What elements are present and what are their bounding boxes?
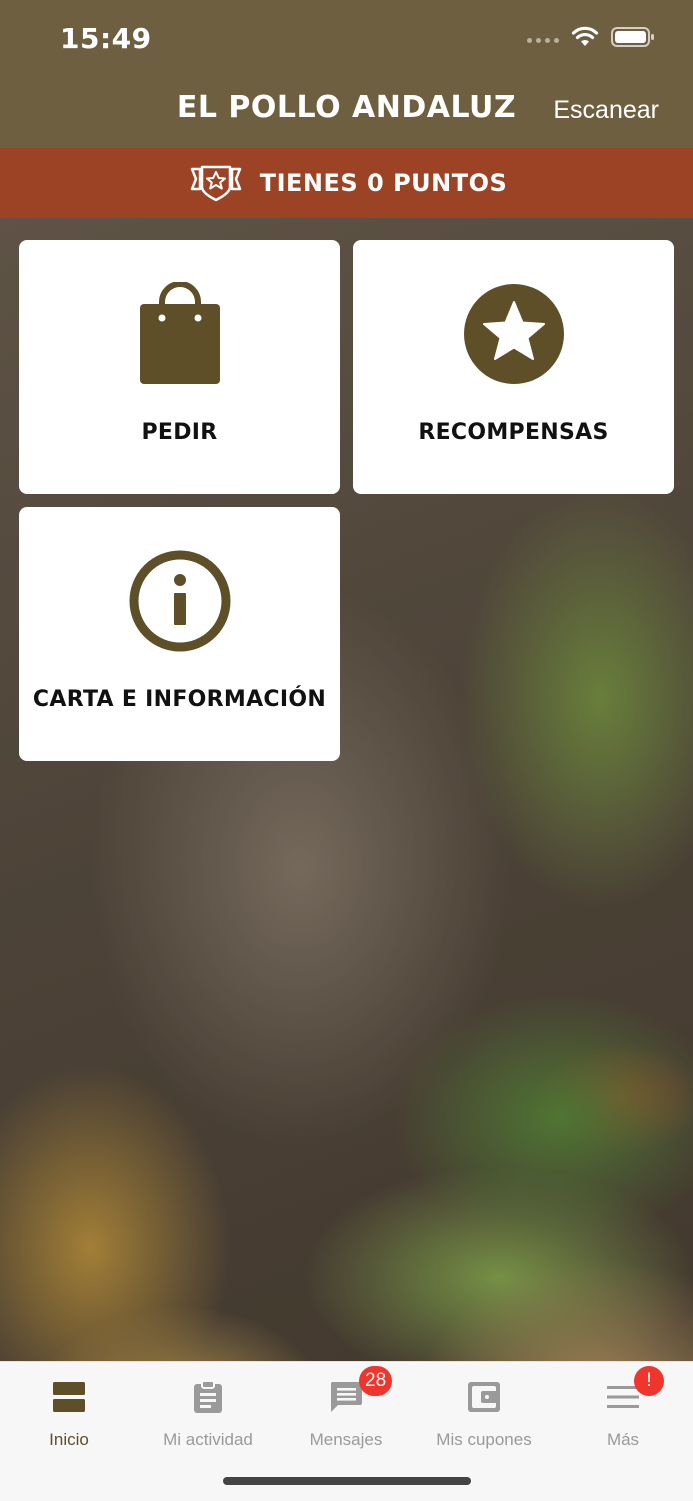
rewards-tile[interactable]: RECOMPENSAS [353, 240, 674, 494]
messages-badge: 28 [359, 1366, 393, 1396]
tab-mis-cupones-label: Mis cupones [436, 1430, 532, 1449]
status-icons [527, 26, 655, 48]
home-grid-icon [53, 1382, 85, 1412]
more-alert-badge: ! [634, 1366, 664, 1396]
cellular-signal-icon [527, 37, 559, 43]
shopping-bag-icon [139, 282, 220, 384]
tab-mis-cupones[interactable]: Mis cupones [415, 1376, 553, 1450]
battery-icon [611, 27, 654, 47]
info-icon [129, 550, 230, 652]
tab-inicio[interactable]: Inicio [0, 1376, 138, 1450]
clipboard-icon [194, 1380, 222, 1413]
home-indicator[interactable] [223, 1477, 471, 1485]
menu-icon [607, 1386, 639, 1408]
navigation-bar: EL POLLO ANDALUZ Escanear [0, 80, 693, 148]
points-banner[interactable]: TIENES 0 PUNTOS [0, 148, 693, 218]
chat-icon [330, 1382, 362, 1412]
order-tile-label: PEDIR [141, 420, 218, 445]
wifi-icon [571, 26, 599, 46]
scan-button[interactable]: Escanear [553, 96, 659, 125]
badge-star-icon [190, 165, 241, 202]
tab-mensajes-label: Mensajes [309, 1430, 383, 1449]
tab-mas-label: Más [606, 1430, 640, 1449]
order-tile[interactable]: PEDIR [19, 240, 340, 494]
tab-mas[interactable]: ! Más [554, 1366, 692, 1450]
tab-mi-actividad[interactable]: Mi actividad [139, 1376, 277, 1450]
tab-mi-actividad-label: Mi actividad [163, 1430, 253, 1449]
tab-mensajes[interactable]: 28 Mensajes [277, 1366, 415, 1450]
points-text: TIENES 0 PUNTOS [259, 169, 508, 197]
star-icon [463, 284, 564, 384]
status-time: 15:49 [60, 22, 152, 55]
menu-info-tile[interactable]: CARTA E INFORMACIÓN [19, 507, 340, 761]
status-bar: 15:49 [0, 0, 693, 80]
menu-info-tile-label: CARTA E INFORMACIÓN [32, 687, 327, 712]
rewards-tile-label: RECOMPENSAS [418, 420, 609, 445]
wallet-icon [468, 1382, 500, 1412]
tab-inicio-label: Inicio [49, 1430, 89, 1449]
